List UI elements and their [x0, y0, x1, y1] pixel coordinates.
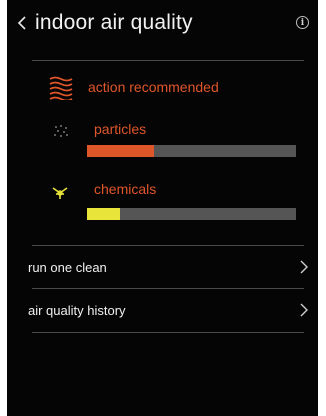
chemicals-icon — [52, 187, 68, 199]
status-text: action recommended — [88, 79, 219, 95]
divider — [32, 245, 304, 246]
run-one-clean-button[interactable]: run one clean — [7, 248, 318, 288]
menu-item-label: run one clean — [28, 260, 107, 275]
chemicals-label: chemicals — [94, 181, 157, 197]
air-quality-screen: indoor air quality i action recommended … — [7, 0, 318, 416]
divider — [32, 332, 304, 333]
waves-icon — [49, 76, 73, 100]
chevron-left-icon — [17, 16, 26, 30]
menu-item-label: air quality history — [28, 303, 126, 318]
particles-label: particles — [94, 121, 147, 137]
chevron-right-icon — [300, 303, 308, 317]
header: indoor air quality i — [7, 0, 318, 46]
particles-bar — [87, 145, 296, 157]
info-icon: i — [300, 17, 305, 28]
page-title: indoor air quality — [35, 11, 193, 34]
air-quality-history-button[interactable]: air quality history — [7, 291, 318, 331]
chemicals-bar — [87, 208, 296, 220]
particles-icon — [54, 125, 68, 137]
divider — [32, 60, 304, 61]
chemicals-bar-fill — [87, 208, 121, 220]
info-button[interactable]: i — [296, 16, 309, 29]
particles-bar-fill — [87, 145, 154, 157]
divider — [32, 288, 304, 289]
back-button[interactable] — [9, 0, 35, 46]
chevron-right-icon — [300, 260, 308, 274]
